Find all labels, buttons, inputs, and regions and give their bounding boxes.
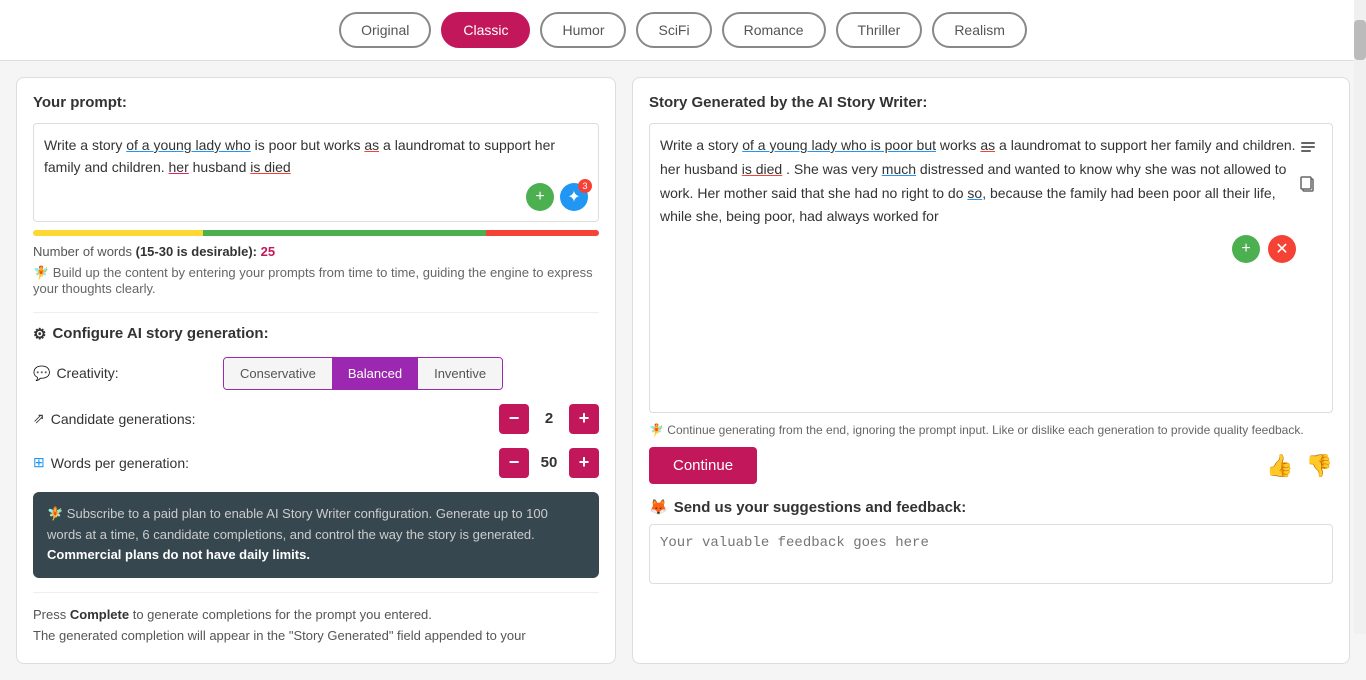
feedback-input[interactable] <box>649 524 1333 584</box>
candidate-row: ⇗ Candidate generations: − 2 + <box>33 404 599 434</box>
style-btn-humor[interactable]: Humor <box>540 12 626 48</box>
divider-1 <box>33 312 599 313</box>
progress-red <box>486 230 599 236</box>
prompt-title: Your prompt: <box>33 94 599 111</box>
candidate-label: ⇗ Candidate generations: <box>33 410 213 427</box>
scrollbar-thumb[interactable] <box>1354 20 1366 60</box>
creativity-balanced[interactable]: Balanced <box>332 358 418 389</box>
creativity-inventive[interactable]: Inventive <box>418 358 502 389</box>
story-cancel-btn[interactable]: ✕ <box>1268 235 1296 263</box>
style-btn-original[interactable]: Original <box>339 12 431 48</box>
style-selector: Original Classic Humor SciFi Romance Thriller… <box>0 0 1366 61</box>
gear-icon: ⚙ <box>33 325 46 343</box>
progress-green <box>203 230 486 236</box>
badge-count: 3 <box>578 179 592 193</box>
word-count-label: Number of words <box>33 244 132 259</box>
notification-btn[interactable]: ✦ 3 <box>560 183 588 211</box>
style-btn-classic[interactable]: Classic <box>441 12 530 48</box>
story-title: Story Generated by the AI Story Writer: <box>649 94 1333 111</box>
creativity-label: 💬 Creativity: <box>33 365 213 382</box>
continue-row: Continue 👍 👎 <box>649 447 1333 484</box>
story-action-icons: + ✕ <box>660 235 1296 263</box>
subscribe-text: 🧚 Subscribe to a paid plan to enable AI … <box>47 506 548 542</box>
creativity-options: Conservative Balanced Inventive <box>223 357 503 390</box>
prompt-action-icons: + ✦ 3 <box>44 183 588 211</box>
subscribe-strong: Commercial plans do not have daily limit… <box>47 547 310 562</box>
word-count-row: Number of words (15-30 is desirable): 25 <box>33 244 599 259</box>
format-list-icon[interactable] <box>1294 134 1322 162</box>
configure-title: ⚙ Configure AI story generation: <box>33 325 599 343</box>
creativity-row: 💬 Creativity: Conservative Balanced Inve… <box>33 357 599 390</box>
candidate-decrease-btn[interactable]: − <box>499 404 529 434</box>
chat-icon: 💬 <box>33 365 50 382</box>
creativity-conservative[interactable]: Conservative <box>224 358 332 389</box>
right-panel: Story Generated by the AI Story Writer: … <box>632 77 1350 664</box>
style-btn-realism[interactable]: Realism <box>932 12 1027 48</box>
progress-bar <box>33 230 599 236</box>
prompt-container: Write a story of a young lady who is poo… <box>33 123 599 222</box>
words-decrease-btn[interactable]: − <box>499 448 529 478</box>
feedback-icons: 👍 👎 <box>1266 453 1333 479</box>
feedback-title: 🦊 Send us your suggestions and feedback: <box>649 498 1333 516</box>
continue-btn[interactable]: Continue <box>649 447 757 484</box>
copy-icon[interactable] <box>1294 170 1322 198</box>
candidates-icon: ⇗ <box>33 410 45 427</box>
words-icon: ⊞ <box>33 454 45 471</box>
word-count-value: 25 <box>261 244 275 259</box>
like-btn[interactable]: 👍 <box>1266 453 1293 479</box>
candidate-stepper: − 2 + <box>499 404 599 434</box>
scrollbar[interactable] <box>1354 0 1366 634</box>
prompt-text: Write a story of a young lady who is poo… <box>44 134 588 179</box>
dislike-btn[interactable]: 👎 <box>1306 453 1333 479</box>
words-row: ⊞ Words per generation: − 50 + <box>33 448 599 478</box>
story-text: Write a story of a young lady who is poo… <box>660 134 1296 229</box>
progress-yellow <box>33 230 203 236</box>
prompt-hint: 🧚 Build up the content by entering your … <box>33 265 599 296</box>
main-content: Your prompt: Write a story of a young la… <box>0 61 1366 680</box>
subscribe-box: 🧚 Subscribe to a paid plan to enable AI … <box>33 492 599 578</box>
words-label: ⊞ Words per generation: <box>33 454 213 471</box>
words-stepper: − 50 + <box>499 448 599 478</box>
story-add-btn[interactable]: + <box>1232 235 1260 263</box>
press-complete-text: Press Complete to generate completions f… <box>33 605 599 647</box>
candidate-value: 2 <box>537 410 561 427</box>
candidate-increase-btn[interactable]: + <box>569 404 599 434</box>
divider-2 <box>33 592 599 593</box>
words-increase-btn[interactable]: + <box>569 448 599 478</box>
story-format-icons <box>1294 134 1322 198</box>
style-btn-romance[interactable]: Romance <box>722 12 826 48</box>
add-prompt-btn[interactable]: + <box>526 183 554 211</box>
style-btn-scifi[interactable]: SciFi <box>636 12 711 48</box>
words-value: 50 <box>537 454 561 471</box>
feedback-emoji: 🦊 <box>649 498 668 516</box>
style-btn-thriller[interactable]: Thriller <box>836 12 923 48</box>
left-panel: Your prompt: Write a story of a young la… <box>16 77 616 664</box>
story-hint: 🧚 Continue generating from the end, igno… <box>649 421 1333 439</box>
story-output-container[interactable]: Write a story of a young lady who is poo… <box>649 123 1333 413</box>
